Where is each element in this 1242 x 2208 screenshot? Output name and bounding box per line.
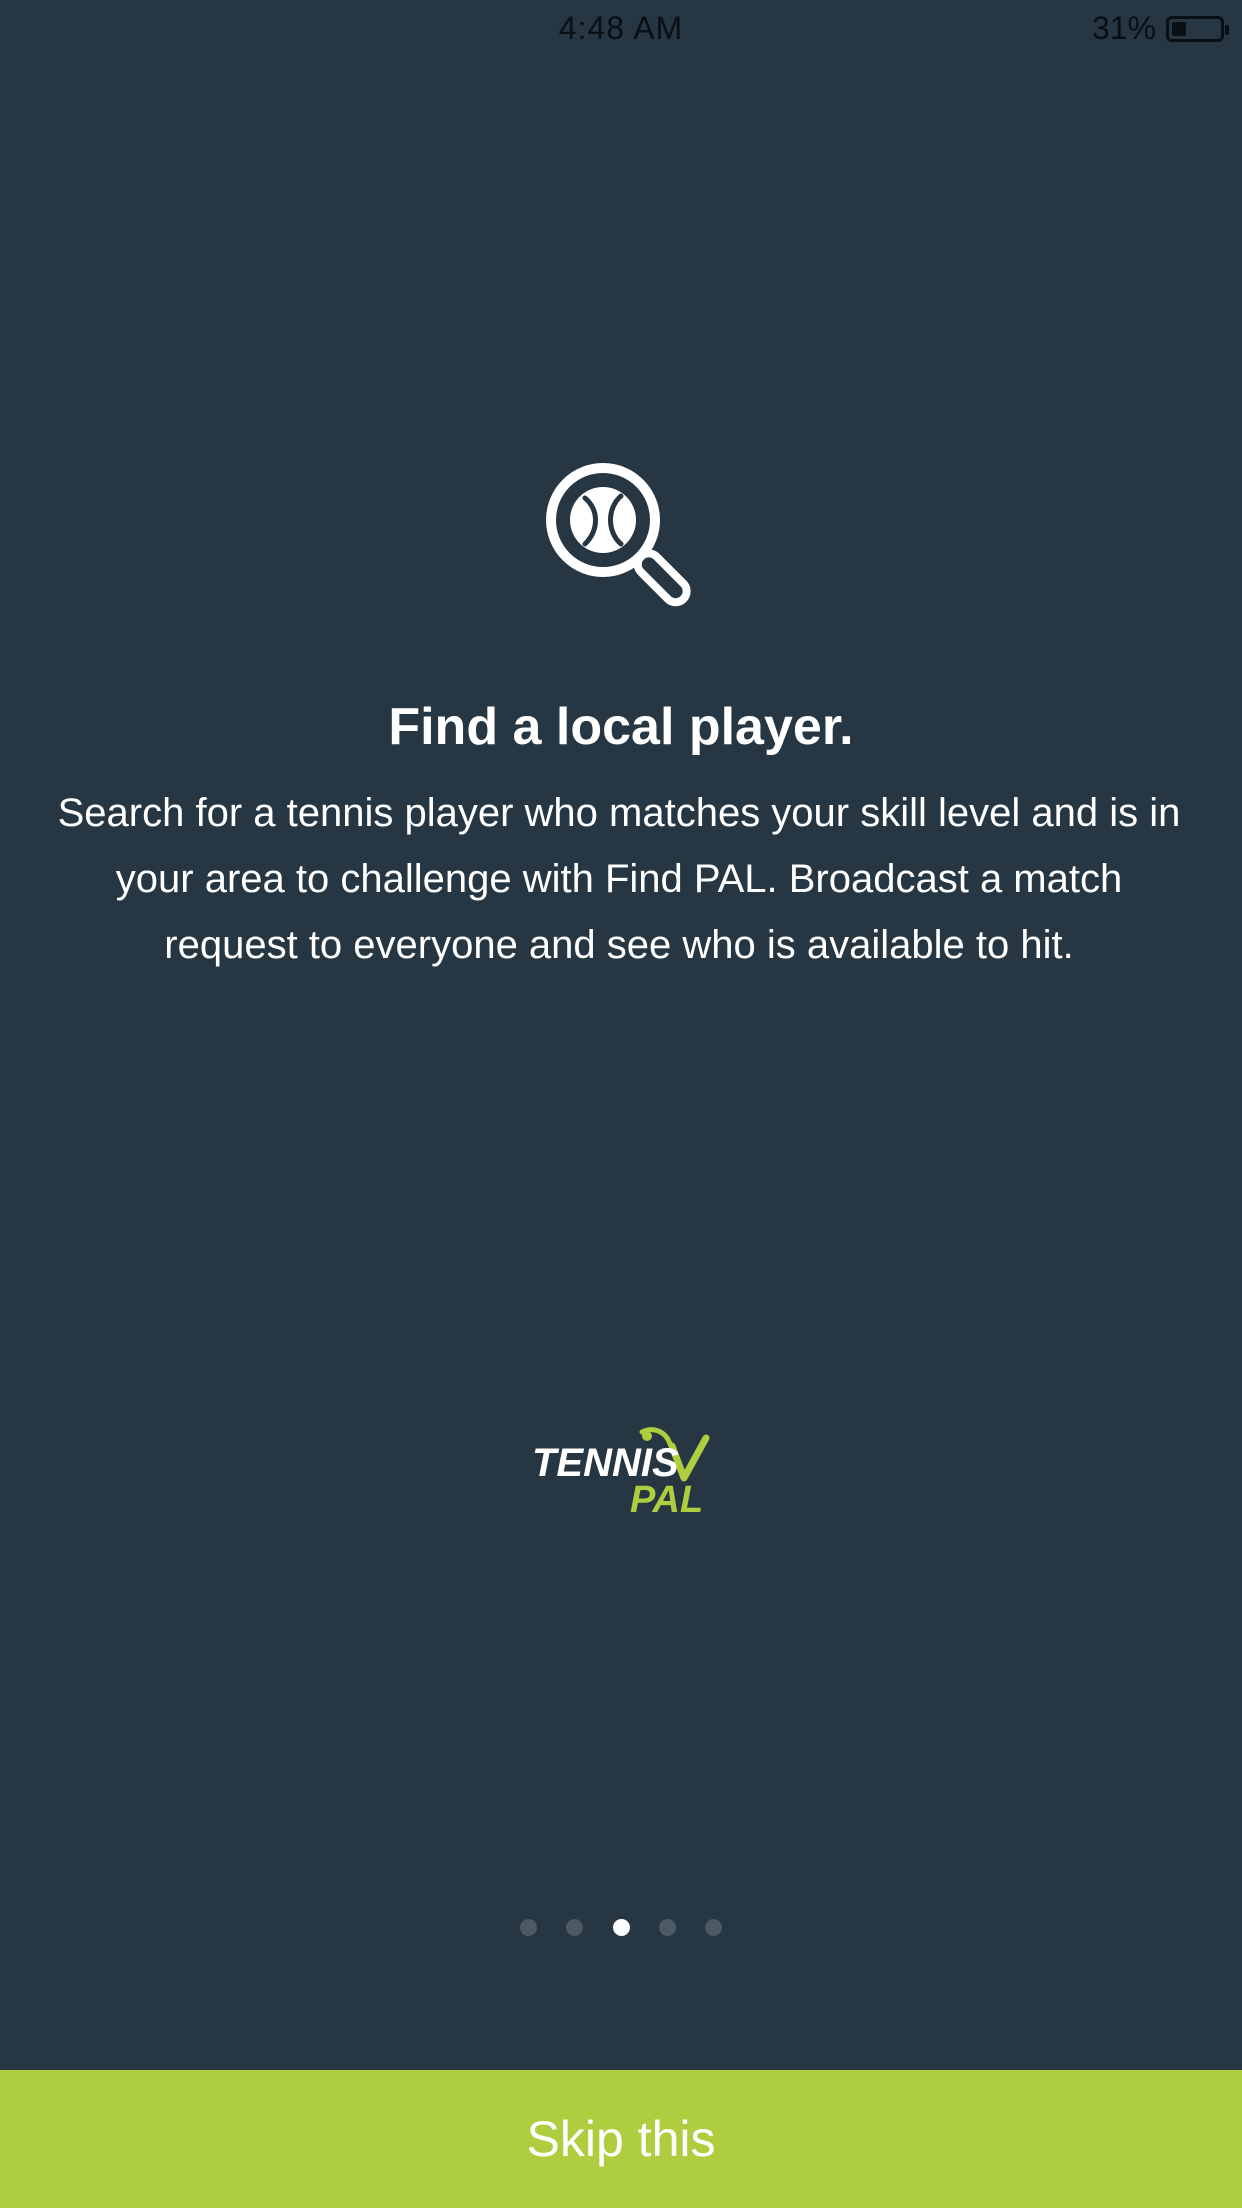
- logo-word-bottom: PAL: [630, 1479, 703, 1518]
- page-dot[interactable]: [566, 1918, 584, 1936]
- page-dot-active[interactable]: [612, 1918, 630, 1936]
- page-dot[interactable]: [520, 1918, 537, 1936]
- status-bar: 4:48 AM 31%: [0, 0, 1242, 56]
- battery-icon: [1166, 15, 1229, 42]
- tennis-pal-logo: TENNIS PAL: [530, 1418, 712, 1521]
- onboarding-title: Find a local player.: [388, 698, 854, 756]
- battery-fill: [1172, 21, 1186, 36]
- page-dot[interactable]: [658, 1918, 676, 1936]
- battery-percent: 31%: [1091, 10, 1156, 46]
- magnifier-tennis-ball-icon: [541, 458, 703, 620]
- status-time: 4:48 AM: [558, 10, 684, 46]
- onboarding-description: Search for a tennis player who matches y…: [57, 791, 1181, 967]
- page-dot[interactable]: [705, 1918, 722, 1936]
- skip-button[interactable]: Skip this: [0, 2070, 1242, 2208]
- page-indicator[interactable]: [512, 1915, 730, 1939]
- status-right: 31%: [1091, 10, 1229, 47]
